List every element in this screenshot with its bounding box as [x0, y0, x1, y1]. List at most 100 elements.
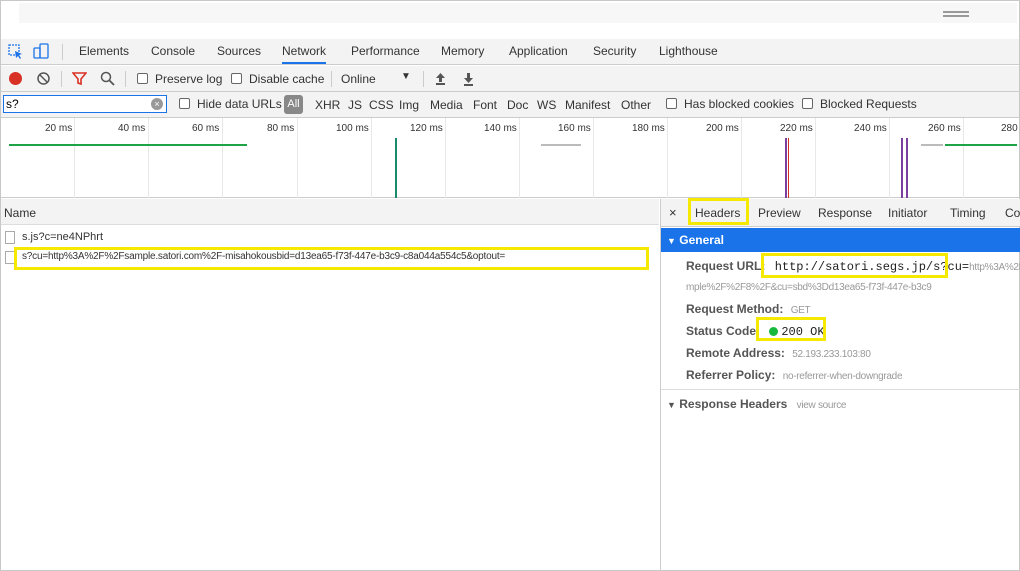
top-bar [19, 3, 1017, 23]
divider [62, 44, 63, 60]
tick-label: 180 ms [632, 123, 665, 134]
tab-performance[interactable]: Performance [351, 44, 420, 58]
chevron-down-icon[interactable]: ▼ [401, 71, 411, 82]
close-icon[interactable]: × [669, 205, 677, 220]
tick-label: 260 ms [928, 123, 961, 134]
tick-label: 140 ms [484, 123, 517, 134]
request-method-value: GET [790, 305, 811, 316]
file-icon [5, 231, 15, 244]
referrer-policy-row: Referrer Policy: no-referrer-when-downgr… [686, 368, 903, 382]
timeline-bar [901, 138, 903, 198]
grid-line [445, 118, 446, 198]
tick-label: 120 ms [410, 123, 443, 134]
blocked-requests-checkbox[interactable] [802, 98, 813, 109]
filter-ws[interactable]: WS [537, 98, 556, 112]
tick-label: 280 [1001, 123, 1018, 134]
request-url-continued: mple%2F%2F8%2F&cu=sbd%3Dd13ea65-f73f-447… [686, 282, 932, 293]
clear-filter-icon[interactable]: × [151, 98, 163, 110]
throttling-select[interactable]: Online [341, 72, 376, 86]
tab-security[interactable]: Security [593, 44, 636, 58]
network-toolbar: Preserve log Disable cache Online ▼ [1, 66, 1019, 92]
grid-line [815, 118, 816, 198]
tab-cookies[interactable]: Co [1005, 206, 1020, 220]
tab-response[interactable]: Response [818, 206, 872, 220]
tab-console[interactable]: Console [151, 44, 195, 58]
preserve-log-checkbox[interactable] [137, 73, 148, 84]
disable-cache-checkbox[interactable] [231, 73, 242, 84]
tab-initiator[interactable]: Initiator [888, 206, 927, 220]
general-section-header[interactable]: ▼ General [661, 228, 1020, 252]
remote-address-label: Remote Address: [686, 346, 785, 360]
name-column-header[interactable]: Name [1, 199, 659, 225]
filter-media[interactable]: Media [430, 98, 463, 112]
filter-other[interactable]: Other [621, 98, 651, 112]
filter-xhr[interactable]: XHR [315, 98, 340, 112]
request-method-label: Request Method: [686, 302, 784, 316]
tab-lighthouse[interactable]: Lighthouse [659, 44, 718, 58]
has-blocked-cookies-label: Has blocked cookies [684, 97, 795, 111]
divider [661, 389, 1020, 390]
filter-all-button[interactable]: All [284, 95, 303, 114]
request-list: Name s.js?c=ne4NPhrt s?cu=http%3A%2F%2Fs… [1, 199, 659, 571]
tab-memory[interactable]: Memory [441, 44, 484, 58]
preserve-log-label: Preserve log [155, 72, 223, 86]
tab-application[interactable]: Application [509, 44, 568, 58]
timeline-bar [541, 144, 581, 146]
grid-line [297, 118, 298, 198]
has-blocked-cookies-checkbox[interactable] [666, 98, 677, 109]
filter-img[interactable]: Img [399, 98, 419, 112]
grid-line [593, 118, 594, 198]
highlight-box [14, 247, 649, 270]
tick-label: 60 ms [192, 123, 220, 134]
view-source-link[interactable]: view source [797, 400, 847, 411]
timeline-bar [9, 144, 247, 146]
tick-label: 20 ms [45, 123, 73, 134]
filter-bar: × Hide data URLs All XHR JS CSS Img Medi… [1, 92, 1019, 118]
tick-label: 160 ms [558, 123, 591, 134]
timeline-bar [906, 138, 908, 198]
timeline-overview[interactable]: 20 ms 40 ms 60 ms 80 ms 100 ms 120 ms 14… [1, 118, 1019, 198]
import-har-icon[interactable] [434, 71, 447, 86]
status-code-label: Status Code: [686, 324, 761, 338]
panel-tabs: Elements Console Sources Network Perform… [1, 39, 1019, 65]
highlight-box [688, 198, 749, 225]
grid-line [74, 118, 75, 198]
filter-manifest[interactable]: Manifest [565, 98, 610, 112]
filter-doc[interactable]: Doc [507, 98, 528, 112]
hide-data-urls-label: Hide data URLs [197, 97, 282, 111]
timeline-bar [785, 138, 787, 198]
filter-input[interactable] [4, 96, 144, 112]
timeline-bar [945, 144, 1017, 146]
highlight-box [756, 317, 826, 341]
tab-sources[interactable]: Sources [217, 44, 261, 58]
filter-font[interactable]: Font [473, 98, 497, 112]
general-label: General [679, 233, 724, 247]
clear-icon[interactable] [36, 71, 51, 86]
device-toolbar-icon[interactable] [33, 43, 49, 60]
timeline-bar [921, 144, 943, 146]
highlight-box [761, 253, 948, 278]
tab-preview[interactable]: Preview [758, 206, 801, 220]
hide-data-urls-checkbox[interactable] [179, 98, 190, 109]
request-method-row: Request Method: GET [686, 302, 811, 316]
record-button[interactable] [9, 72, 22, 85]
response-headers-section[interactable]: ▼ Response Headers view source [667, 397, 846, 411]
tab-timing[interactable]: Timing [950, 206, 986, 220]
search-icon[interactable] [100, 71, 115, 86]
filter-icon[interactable] [72, 71, 87, 86]
filter-js[interactable]: JS [348, 98, 362, 112]
tab-elements[interactable]: Elements [79, 44, 129, 58]
tick-label: 100 ms [336, 123, 369, 134]
grid-line [148, 118, 149, 198]
menu-icon[interactable] [943, 11, 969, 19]
export-har-icon[interactable] [462, 71, 475, 86]
tab-network[interactable]: Network [282, 44, 327, 64]
filter-css[interactable]: CSS [369, 98, 394, 112]
timeline-bar [788, 138, 789, 198]
response-headers-label: Response Headers [679, 397, 788, 411]
inspect-element-icon[interactable] [8, 44, 24, 60]
grid-line [963, 118, 964, 198]
devtools-window: Elements Console Sources Network Perform… [0, 0, 1020, 571]
name-header-label: Name [4, 206, 37, 220]
details-tabs: × Headers Preview Response Initiator Tim… [661, 198, 1020, 227]
